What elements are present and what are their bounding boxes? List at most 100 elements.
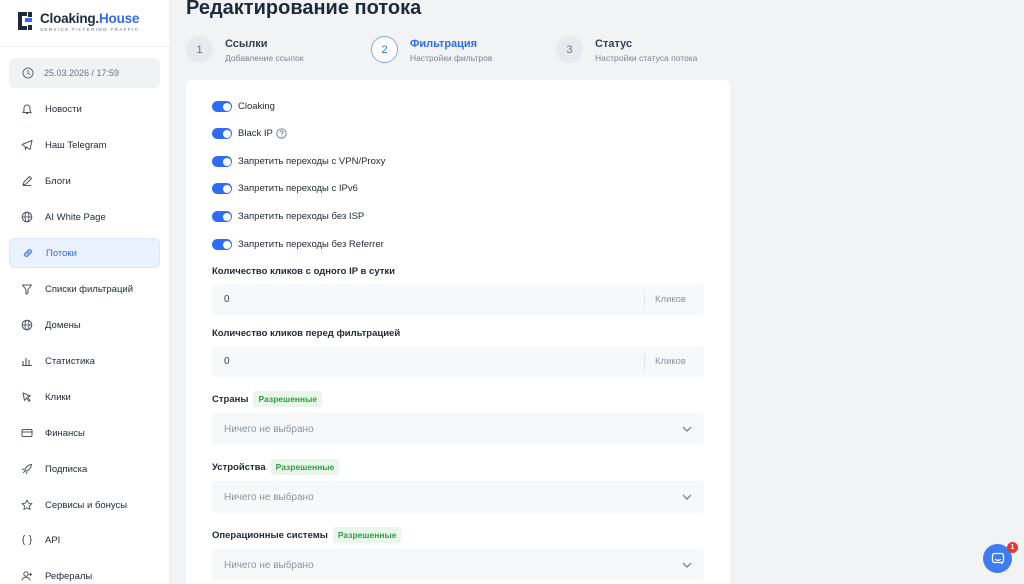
devices-select[interactable]: Ничего не выбрано [212, 481, 704, 513]
toggle-label: Black IP [238, 128, 273, 139]
sidebar-item-clicks[interactable]: Клики [9, 382, 160, 412]
clicks-before-filter-input[interactable] [212, 346, 644, 377]
black-ip-toggle[interactable] [212, 128, 232, 139]
select-placeholder: Ничего не выбрано [224, 491, 314, 503]
logo-mark-icon [18, 12, 32, 30]
rocket-icon [22, 463, 33, 474]
chat-unread-badge: 1 [1007, 542, 1018, 553]
step-subtitle: Добавление ссылок [225, 53, 304, 63]
toggle-row-no-referrer: Запретить переходы без Referrer [212, 239, 384, 250]
card-icon [21, 429, 33, 437]
toggle-row-cloaking: Cloaking [212, 101, 275, 112]
toggle-row-no-isp: Запретить переходы без ISP [212, 211, 364, 222]
star-icon [21, 499, 33, 510]
sidebar-item-statistics[interactable]: Статистика [9, 346, 160, 376]
logo-title: Cloaking.House [40, 10, 140, 26]
divider [0, 46, 170, 47]
help-icon[interactable] [276, 128, 287, 139]
page-title: Редактирование потока [186, 0, 422, 19]
no-isp-toggle[interactable] [212, 211, 232, 222]
select-placeholder: Ничего не выбрано [224, 559, 314, 571]
toggle-label: Cloaking [238, 101, 275, 112]
ipv6-toggle[interactable] [212, 183, 232, 194]
sidebar-item-referrals[interactable]: Рефералы [9, 561, 160, 584]
sidebar-item-label: Наш Telegram [45, 139, 107, 151]
input-suffix: Кликов [644, 352, 686, 371]
toggle-label: Запретить переходы с VPN/Proxy [238, 156, 386, 167]
step-subtitle: Настройки статуса потока [595, 53, 698, 63]
sidebar-item-flows[interactable]: Потоки [9, 238, 160, 268]
sidebar-item-label: Рефералы [45, 570, 93, 582]
step-number: 2 [371, 36, 398, 63]
bell-icon [22, 104, 32, 114]
sidebar-item-blogs[interactable]: Блоги [9, 166, 160, 196]
step-number: 3 [556, 36, 583, 63]
toggle-row-ipv6: Запретить переходы с IPv6 [212, 183, 358, 194]
sidebar-item-label: Блоги [45, 175, 71, 187]
cloaking-toggle[interactable] [212, 101, 232, 112]
sidebar-item-label: AI White Page [45, 211, 106, 223]
countries-select[interactable]: Ничего не выбрано [212, 413, 704, 445]
sidebar-item-label: Подписка [45, 463, 88, 475]
clicks-per-ip-label: Количество кликов с одного IP в сутки [212, 266, 395, 277]
countries-label: Страны [212, 393, 249, 405]
sidebar-item-services-bonuses[interactable]: Сервисы и бонусы [9, 490, 160, 520]
sidebar-item-filter-lists[interactable]: Списки фильтраций [9, 274, 160, 304]
os-mode-badge[interactable]: Разрешенные [332, 527, 402, 543]
toggle-row-vpn-proxy: Запретить переходы с VPN/Proxy [212, 156, 385, 167]
clock-icon [22, 67, 34, 79]
sidebar-item-label: Клики [45, 391, 71, 403]
sidebar-item-news[interactable]: Новости [9, 94, 160, 124]
sidebar-item-label: Статистика [45, 355, 95, 367]
input-suffix: Кликов [644, 290, 686, 309]
user-plus-icon [21, 571, 32, 581]
bar-chart-icon [22, 358, 32, 367]
countries-label-row: Страны Разрешенные [212, 391, 323, 407]
toggle-row-black-ip: Black IP [212, 128, 287, 139]
step-title: Статус [595, 38, 633, 50]
clicks-per-ip-field: Кликов [212, 284, 704, 315]
sidebar-item-label: Сервисы и бонусы [45, 499, 128, 511]
globe-icon [21, 211, 33, 223]
sidebar-item-label: Списки фильтраций [45, 283, 134, 295]
sidebar-item-api[interactable]: API [9, 525, 160, 555]
toggle-label: Запретить переходы без Referrer [238, 239, 384, 250]
clicks-before-filter-label: Количество кликов перед фильтрацией [212, 328, 401, 339]
sidebar-item-ai-white-page[interactable]: AI White Page [9, 202, 160, 232]
step-subtitle: Настройки фильтров [410, 53, 493, 63]
toggle-label: Запретить переходы с IPv6 [238, 183, 358, 194]
sidebar-item-label: Новости [45, 103, 82, 115]
datetime-text: 25.03.2026 / 17:59 [44, 68, 120, 78]
os-select[interactable]: Ничего не выбрано [212, 549, 704, 581]
devices-mode-badge[interactable]: Разрешенные [270, 459, 340, 475]
sidebar-item-finances[interactable]: Финансы [9, 418, 160, 448]
sidebar-item-domains[interactable]: Домены [9, 310, 160, 340]
chevron-down-icon [682, 562, 692, 568]
step-status[interactable]: 3 Статус Настройки статуса потока [556, 36, 697, 63]
sidebar-item-subscription[interactable]: Подписка [9, 454, 160, 484]
sidebar-item-label: Потоки [46, 247, 77, 259]
logo-tagline: SERVICE FILTERING TRAFFIC [40, 26, 140, 32]
countries-mode-badge[interactable]: Разрешенные [253, 391, 323, 407]
pencil-icon [22, 175, 33, 186]
braces-icon [21, 535, 33, 545]
step-title: Ссылки [225, 38, 268, 50]
sidebar-item-telegram[interactable]: Наш Telegram [9, 130, 160, 160]
sidebar: Cloaking.House SERVICE FILTERING TRAFFIC… [0, 0, 170, 584]
chevron-down-icon [682, 426, 692, 432]
step-number: 1 [186, 36, 213, 63]
filter-settings-card: Cloaking Black IP Запретить переходы с V… [186, 80, 730, 584]
select-placeholder: Ничего не выбрано [224, 423, 314, 435]
logo[interactable]: Cloaking.House SERVICE FILTERING TRAFFIC [16, 10, 139, 32]
step-links[interactable]: 1 Ссылки Добавление ссылок [186, 36, 304, 63]
sidebar-item-label: Финансы [45, 427, 85, 439]
vpn-proxy-toggle[interactable] [212, 156, 232, 167]
cursor-icon [22, 392, 31, 402]
step-filtering[interactable]: 2 Фильтрация Настройки фильтров [371, 36, 492, 63]
clicks-per-ip-input[interactable] [212, 284, 644, 315]
no-referrer-toggle[interactable] [212, 239, 232, 250]
devices-label-row: Устройства Разрешенные [212, 459, 340, 475]
chat-icon [991, 552, 1004, 564]
link-icon [24, 249, 32, 257]
step-title: Фильтрация [410, 38, 478, 50]
